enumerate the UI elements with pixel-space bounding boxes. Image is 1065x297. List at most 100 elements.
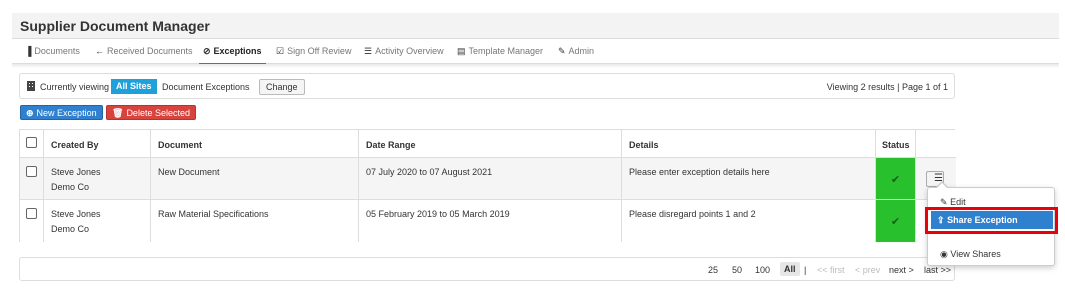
- tab-label: Template Manager: [468, 46, 544, 56]
- details-text: Please enter exception details here: [629, 167, 770, 177]
- menu-item-label: Edit: [950, 197, 966, 207]
- highlight-box: [925, 207, 1058, 234]
- date-range: 05 February 2019 to 05 March 2019: [366, 209, 510, 219]
- created-by-name: Steve Jones: [51, 209, 101, 219]
- document-cell: New Document: [151, 158, 359, 199]
- document-icon: ▐: [25, 46, 32, 56]
- trash-icon: 🗑: [112, 108, 124, 118]
- status-cell: ✔: [876, 158, 916, 199]
- date-range-cell: 07 July 2020 to 07 August 2021: [359, 158, 622, 199]
- date-range: 07 July 2020 to 07 August 2021: [366, 167, 493, 177]
- menu-caret-inner: [937, 183, 947, 188]
- document-name: Raw Material Specifications: [158, 209, 269, 219]
- header-select-cell: [20, 130, 44, 157]
- section-label: Document Exceptions: [162, 82, 250, 92]
- row-checkbox[interactable]: [26, 166, 37, 177]
- header-label: Date Range: [366, 140, 416, 150]
- details-text: Please disregard points 1 and 2: [629, 209, 756, 219]
- menu-item-view-shares[interactable]: ◉ View Shares: [940, 249, 1001, 260]
- checkmark-icon: ✔: [890, 174, 901, 186]
- tab-label: Received Documents: [107, 46, 193, 56]
- header-actions: [916, 130, 956, 157]
- prev-page-link[interactable]: < prev: [855, 265, 880, 275]
- tab-label: Admin: [568, 46, 595, 56]
- checkmark-icon: ✔: [890, 216, 901, 228]
- details-cell: Please enter exception details here: [622, 158, 876, 199]
- check-circle-icon: ⊘: [203, 46, 211, 56]
- tab-received-documents[interactable]: ← Received Documents: [95, 40, 193, 64]
- header-label: Document: [158, 140, 203, 150]
- nav-shadow: [12, 64, 1059, 68]
- results-summary: Viewing 2 results | Page 1 of 1: [826, 82, 948, 92]
- page-size-all[interactable]: All: [780, 262, 800, 276]
- header-created-by[interactable]: Created By: [44, 130, 151, 157]
- header-status[interactable]: Status: [876, 130, 916, 157]
- header-document[interactable]: Document: [151, 130, 359, 157]
- date-range-cell: 05 February 2019 to 05 March 2019: [359, 200, 622, 242]
- page-size-25[interactable]: 25: [708, 265, 718, 275]
- wrench-icon: ✎: [558, 46, 566, 56]
- header-label: Status: [882, 140, 910, 150]
- created-by-name: Steve Jones: [51, 167, 101, 177]
- table-row[interactable]: Steve Jones Demo Co New Document 07 July…: [20, 158, 956, 200]
- status-approved: ✔: [876, 200, 915, 242]
- tab-sign-off-review[interactable]: ☑ Sign Off Review: [276, 40, 351, 64]
- sites-badge: All Sites: [111, 79, 157, 94]
- viewing-prefix: Currently viewing: [40, 82, 110, 92]
- tab-label: Documents: [34, 46, 80, 56]
- created-by-cell: Steve Jones Demo Co: [44, 158, 151, 199]
- tab-label: Activity Overview: [375, 46, 444, 56]
- arrow-left-icon: ←: [95, 46, 104, 56]
- select-all-checkbox[interactable]: [26, 137, 37, 148]
- tab-activity-overview[interactable]: ☰ Activity Overview: [364, 40, 444, 64]
- last-page-link[interactable]: last >>: [924, 265, 951, 275]
- pager-separator: |: [804, 265, 807, 275]
- created-by-company: Demo Co: [51, 224, 90, 234]
- tab-label: Sign Off Review: [287, 46, 352, 56]
- row-select-cell: [20, 200, 44, 242]
- new-exception-button[interactable]: ⊕ New Exception: [20, 105, 103, 120]
- first-page-link[interactable]: << first: [817, 265, 845, 275]
- header-label: Created By: [51, 140, 99, 150]
- plus-circle-icon: ⊕: [26, 108, 34, 118]
- check-square-icon: ☑: [276, 46, 285, 56]
- document-cell: Raw Material Specifications: [151, 200, 359, 242]
- created-by-company: Demo Co: [51, 182, 90, 192]
- button-label: Delete Selected: [126, 108, 190, 118]
- tab-exceptions[interactable]: ⊘ Exceptions: [199, 40, 266, 65]
- table-header-row: Created By Document Date Range Details S…: [20, 130, 956, 158]
- row-select-cell: [20, 158, 44, 199]
- tab-documents[interactable]: ▐ Documents: [25, 40, 80, 64]
- tab-label: Exceptions: [213, 46, 262, 56]
- next-page-link[interactable]: next >: [889, 265, 914, 275]
- edit-icon: ✎: [940, 197, 948, 207]
- header-label: Details: [629, 140, 659, 150]
- main-nav: ▐ Documents ← Received Documents ⊘ Exceptio…: [12, 40, 1059, 65]
- status-cell: ✔: [876, 200, 916, 242]
- list-icon: ☰: [364, 46, 373, 56]
- app-header: Supplier Document Manager: [12, 13, 1059, 39]
- delete-selected-button[interactable]: 🗑 Delete Selected: [106, 105, 196, 120]
- change-button[interactable]: Change: [259, 79, 305, 95]
- button-label: New Exception: [36, 108, 97, 118]
- document-name: New Document: [158, 167, 220, 177]
- building-icon: [27, 81, 35, 93]
- header-date-range[interactable]: Date Range: [359, 130, 622, 157]
- header-details[interactable]: Details: [622, 130, 876, 157]
- status-approved: ✔: [876, 158, 915, 199]
- viewing-bar: Currently viewing All Sites Document Exc…: [19, 73, 955, 99]
- template-icon: ▤: [457, 46, 466, 56]
- table-row[interactable]: Steve Jones Demo Co Raw Material Specifi…: [20, 200, 956, 242]
- app-title: Supplier Document Manager: [20, 18, 210, 34]
- details-cell: Please disregard points 1 and 2: [622, 200, 876, 242]
- pagination-bar: 25 50 100 All | << first < prev next > l…: [19, 257, 955, 281]
- tab-admin[interactable]: ✎ Admin: [558, 40, 594, 64]
- created-by-cell: Steve Jones Demo Co: [44, 200, 151, 242]
- menu-item-label: View Shares: [950, 249, 1001, 259]
- exceptions-table: Created By Document Date Range Details S…: [19, 129, 956, 242]
- eye-icon: ◉: [940, 249, 948, 259]
- tab-template-manager[interactable]: ▤ Template Manager: [457, 40, 543, 64]
- page-size-100[interactable]: 100: [755, 265, 770, 275]
- row-checkbox[interactable]: [26, 208, 37, 219]
- page-size-50[interactable]: 50: [732, 265, 742, 275]
